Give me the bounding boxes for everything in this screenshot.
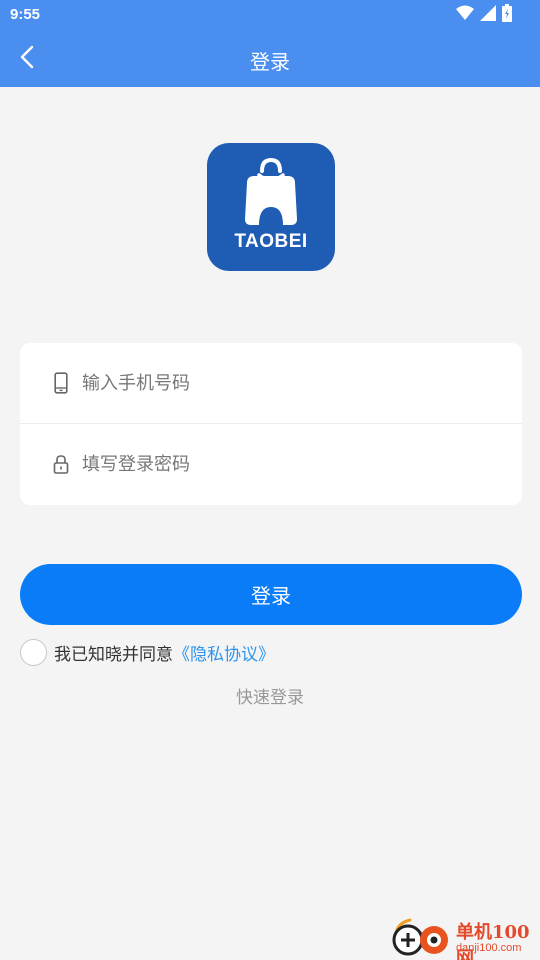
privacy-policy-link[interactable]: 《隐私协议》	[173, 640, 275, 665]
login-form	[20, 343, 522, 505]
battery-icon	[502, 4, 512, 26]
phone-field	[20, 343, 522, 424]
watermark: 单机100网 danji100.com	[388, 914, 540, 960]
watermark-subtitle: danji100.com	[456, 942, 522, 954]
agreement-row: 我已知晓并同意 《隐私协议》	[20, 638, 275, 666]
quick-login-link[interactable]: 快速登录	[0, 683, 540, 708]
status-time: 9:55	[10, 6, 41, 23]
password-field	[20, 424, 522, 505]
wifi-icon	[456, 5, 474, 25]
password-input[interactable]	[82, 444, 502, 484]
signal-icon	[480, 5, 496, 25]
phone-icon	[52, 372, 70, 394]
agreement-text: 我已知晓并同意	[54, 644, 173, 665]
phone-input[interactable]	[82, 363, 502, 403]
logo-text: TAOBEI	[234, 231, 308, 252]
watermark-logo-icon	[388, 916, 452, 960]
nav-bar: 登录	[0, 32, 540, 87]
status-icons	[456, 4, 512, 26]
app-header: 9:55 登录	[0, 0, 540, 87]
lock-icon	[52, 453, 70, 475]
page-title: 登录	[250, 50, 290, 74]
status-bar: 9:55	[0, 0, 540, 32]
login-button[interactable]: 登录	[20, 564, 522, 625]
agreement-checkbox[interactable]	[20, 638, 47, 666]
app-logo: TAOBEI	[207, 143, 335, 271]
